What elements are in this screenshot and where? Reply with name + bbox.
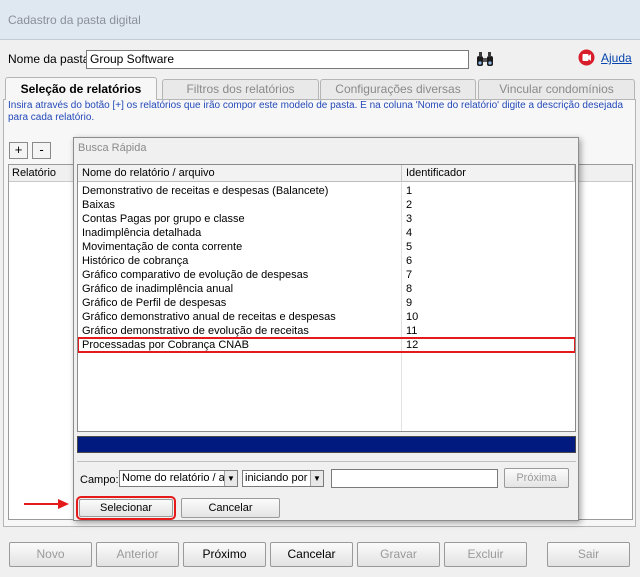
field-select[interactable]: Nome do relatório / a ▼ (119, 470, 238, 487)
row-name: Gráfico de Perfil de despesas (82, 297, 227, 309)
search-input[interactable] (331, 469, 498, 488)
row-id: 6 (406, 255, 413, 267)
novo-button[interactable]: Novo (9, 542, 92, 567)
chevron-down-icon[interactable]: ▼ (224, 471, 237, 486)
row-name: Gráfico demonstrativo anual de receitas … (82, 311, 336, 323)
table-row[interactable]: Inadimplência detalhada 4 (78, 226, 575, 240)
tab-configuracoes-diversas[interactable]: Configurações diversas (320, 79, 476, 99)
status-bar (77, 436, 576, 453)
row-name: Gráfico demonstrativo de evolução de rec… (82, 325, 309, 337)
tab-filtros-relatorios[interactable]: Filtros dos relatórios (162, 79, 319, 99)
pasta-label: Nome da pasta: (8, 52, 93, 66)
next-button[interactable]: Próxima (504, 468, 569, 488)
add-report-button[interactable]: + (9, 142, 28, 159)
busca-rapida-dialog: Busca Rápida Nome do relatório / arquivo… (73, 137, 579, 521)
row-name: Gráfico comparativo de evolução de despe… (82, 269, 309, 281)
table-row[interactable]: Gráfico de inadimplência anual 8 (78, 282, 575, 296)
row-id: 4 (406, 227, 413, 239)
row-id: 5 (406, 241, 413, 253)
pasta-name-input[interactable]: Group Software (86, 50, 469, 69)
row-id: 12 (406, 339, 419, 351)
results-grid[interactable]: Nome do relatório / arquivo Identificado… (77, 164, 576, 432)
window-title: Cadastro da pasta digital (8, 13, 141, 27)
table-row[interactable]: Histórico de cobrança 6 (78, 254, 575, 268)
row-name: Baixas (82, 199, 116, 211)
excluir-button[interactable]: Excluir (444, 542, 527, 567)
table-row[interactable]: Movimentação de conta corrente 5 (78, 240, 575, 254)
window-titlebar: Cadastro da pasta digital (0, 0, 640, 40)
select-button[interactable]: Selecionar (76, 496, 176, 520)
table-row[interactable]: Gráfico comparativo de evolução de despe… (78, 268, 575, 282)
pointer-arrow-icon (24, 499, 69, 509)
table-row-selected[interactable]: Processadas por Cobrança CNAB 12 (78, 337, 575, 353)
row-id: 1 (406, 185, 413, 197)
table-row[interactable]: Demonstrativo de receitas e despesas (Ba… (78, 184, 575, 198)
row-name: Histórico de cobrança (82, 255, 189, 267)
column-header-name[interactable]: Nome do relatório / arquivo (78, 165, 402, 182)
binoculars-icon[interactable] (476, 51, 494, 67)
row-name: Demonstrativo de receitas e despesas (Ba… (82, 185, 329, 197)
table-row[interactable]: Gráfico demonstrativo de evolução de rec… (78, 324, 575, 338)
field-select-value: Nome do relatório / a (122, 472, 225, 484)
results-grid-header: Nome do relatório / arquivo Identificado… (78, 165, 575, 182)
row-id: 11 (406, 325, 418, 337)
row-name: Gráfico de inadimplência anual (82, 283, 234, 295)
row-id: 10 (406, 311, 419, 323)
sair-button[interactable]: Sair (547, 542, 630, 567)
column-header-id[interactable]: Identificador (402, 165, 575, 182)
table-row[interactable]: Baixas 2 (78, 198, 575, 212)
tab-selecao-relatorios[interactable]: Seleção de relatórios (5, 77, 157, 100)
anterior-button[interactable]: Anterior (96, 542, 179, 567)
proximo-button[interactable]: Próximo (183, 542, 266, 567)
row-name: Inadimplência detalhada (82, 227, 202, 239)
help-icon[interactable] (578, 49, 595, 66)
cancel-button[interactable]: Cancelar (181, 498, 280, 518)
row-name: Contas Pagas por grupo e classe (82, 213, 245, 225)
row-name: Movimentação de conta corrente (82, 241, 243, 253)
row-id: 7 (406, 269, 413, 281)
mode-select-value: iniciando por (245, 472, 308, 484)
table-row[interactable]: Gráfico demonstrativo anual de receitas … (78, 310, 575, 324)
gravar-button[interactable]: Gravar (357, 542, 440, 567)
help-link[interactable]: Ajuda (601, 51, 632, 65)
chevron-down-icon[interactable]: ▼ (310, 471, 323, 486)
table-row[interactable]: Gráfico de Perfil de despesas 9 (78, 296, 575, 310)
row-name: Processadas por Cobrança CNAB (82, 339, 249, 351)
instruction-text: Insira através do botão [+] os relatório… (8, 100, 624, 123)
table-row[interactable]: Contas Pagas por grupo e classe 3 (78, 212, 575, 226)
row-id: 2 (406, 199, 413, 211)
tab-vincular-condominios[interactable]: Vincular condomínios (478, 79, 635, 99)
mode-select[interactable]: iniciando por ▼ (242, 470, 324, 487)
cancelar-button[interactable]: Cancelar (270, 542, 353, 567)
row-id: 8 (406, 283, 413, 295)
row-id: 9 (406, 297, 413, 309)
row-id: 3 (406, 213, 413, 225)
remove-report-button[interactable]: - (32, 142, 51, 159)
dialog-title: Busca Rápida (78, 142, 147, 154)
campo-label: Campo: (80, 474, 119, 486)
